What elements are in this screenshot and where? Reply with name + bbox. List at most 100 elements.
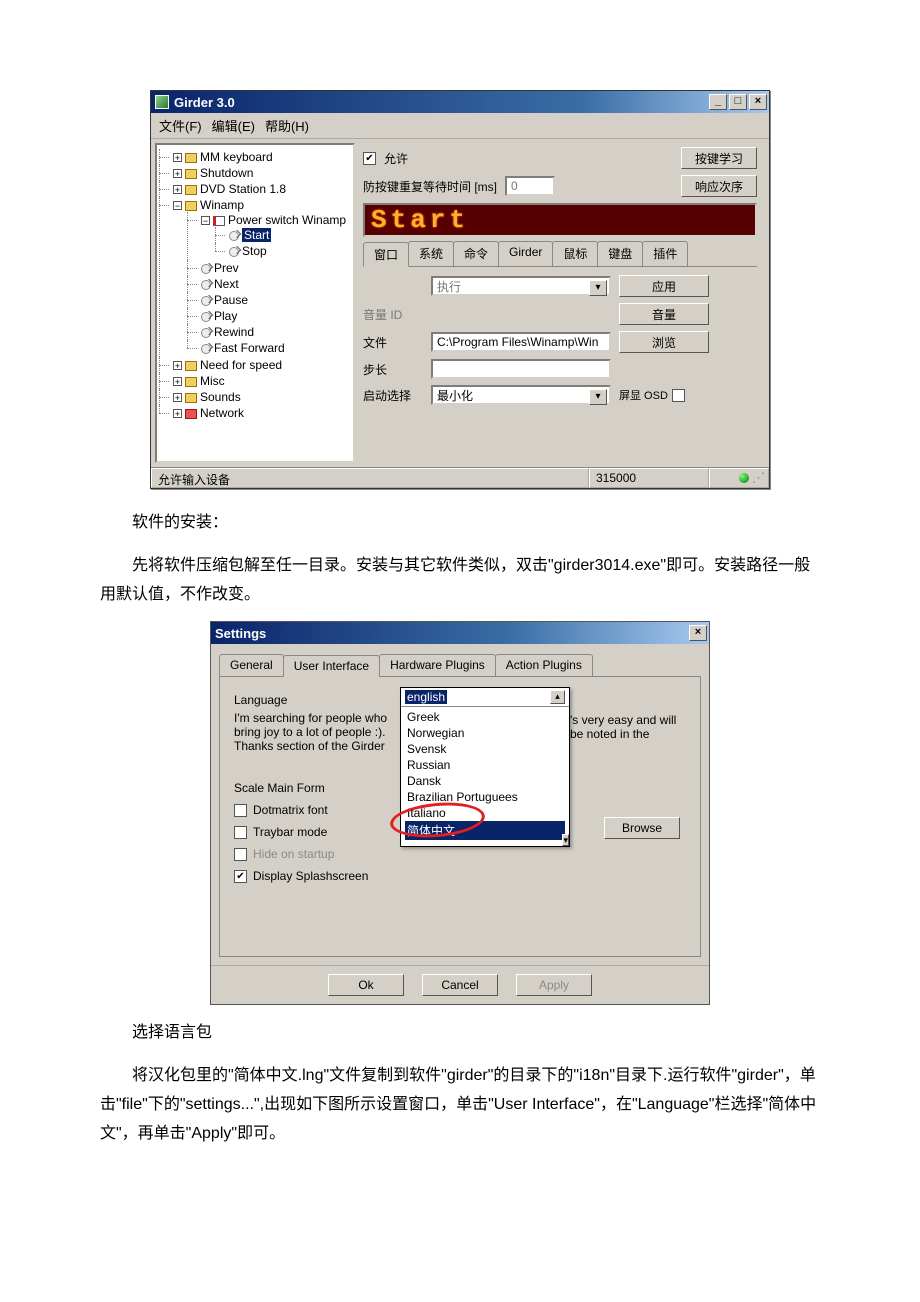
- tree-nfs[interactable]: Need for speed: [200, 358, 282, 372]
- wand-icon: [229, 247, 239, 257]
- status-led-icon: [739, 473, 749, 483]
- lang-svensk[interactable]: Svensk: [405, 741, 565, 757]
- girder-title: Girder 3.0: [174, 95, 235, 110]
- allow-checkbox[interactable]: ✔: [363, 152, 376, 165]
- command-tree[interactable]: +MM keyboard +Shutdown +DVD Station 1.8 …: [155, 143, 355, 463]
- status-mid: 315000: [589, 468, 709, 488]
- tab-window[interactable]: 窗口: [363, 242, 409, 267]
- tree-shutdown[interactable]: Shutdown: [200, 166, 253, 180]
- tab-girder[interactable]: Girder: [498, 241, 553, 266]
- tree-play[interactable]: Play: [214, 309, 237, 323]
- minimize-button[interactable]: _: [709, 94, 727, 110]
- hide-checkbox[interactable]: [234, 848, 247, 861]
- tree-winamp[interactable]: Winamp: [200, 198, 244, 212]
- resize-grip-icon[interactable]: ⋰: [752, 470, 762, 486]
- tree-network[interactable]: Network: [200, 406, 244, 420]
- settings-body: Language I'm searching for people who br…: [219, 677, 701, 957]
- menu-edit[interactable]: 编辑(E): [212, 116, 255, 135]
- tab-hardware-plugins[interactable]: Hardware Plugins: [379, 654, 496, 676]
- tab-mouse[interactable]: 鼠标: [552, 241, 598, 266]
- settings-button-bar: Ok Cancel Apply: [211, 965, 709, 1004]
- lang-russian[interactable]: Russian: [405, 757, 565, 773]
- tree-misc[interactable]: Misc: [200, 374, 225, 388]
- repeat-input[interactable]: 0: [505, 176, 555, 196]
- close-button[interactable]: ×: [749, 94, 767, 110]
- tree-rewind[interactable]: Rewind: [214, 325, 254, 339]
- tree-sounds[interactable]: Sounds: [200, 390, 241, 404]
- lang-brazilian[interactable]: Brazilian Portuguees: [405, 789, 565, 805]
- osd-checkbox[interactable]: [672, 389, 685, 402]
- action-tabs: 窗口 系统 命令 Girder 鼠标 键盘 插件: [363, 241, 757, 267]
- menu-file[interactable]: 文件(F): [159, 116, 202, 135]
- startsel-dropdown[interactable]: 最小化: [431, 385, 611, 405]
- repeat-label: 防按键重复等待时间 [ms]: [363, 178, 497, 195]
- dotmatrix-checkbox[interactable]: [234, 804, 247, 817]
- scroll-down-icon[interactable]: ▾: [562, 834, 569, 846]
- settings-title: Settings: [215, 626, 266, 641]
- girder-window: Girder 3.0 _ □ × 文件(F) 编辑(E) 帮助(H) +MM k…: [150, 90, 770, 489]
- order-button[interactable]: 响应次序: [681, 175, 757, 197]
- apply-button-disabled: Apply: [516, 974, 592, 996]
- settings-tabs: General User Interface Hardware Plugins …: [219, 650, 701, 677]
- girder-titlebar[interactable]: Girder 3.0 _ □ ×: [151, 91, 769, 113]
- tab-plugin[interactable]: 插件: [642, 241, 688, 266]
- traybar-checkbox[interactable]: [234, 826, 247, 839]
- step-label: 步长: [363, 361, 423, 378]
- tree-ff[interactable]: Fast Forward: [214, 341, 285, 355]
- lang-italiano[interactable]: Italiano: [405, 805, 565, 821]
- splash-label: Display Splashscreen: [253, 869, 368, 883]
- tree-mm[interactable]: MM keyboard: [200, 150, 273, 164]
- volume-button[interactable]: 音量: [619, 303, 709, 325]
- file-input[interactable]: C:\Program Files\Winamp\Win: [431, 332, 611, 352]
- tab-system[interactable]: 系统: [408, 241, 454, 266]
- splash-checkbox[interactable]: ✔: [234, 870, 247, 883]
- ok-button[interactable]: Ok: [328, 974, 404, 996]
- traybar-label: Traybar mode: [253, 825, 327, 839]
- tree-prev[interactable]: Prev: [214, 261, 239, 275]
- tree-power[interactable]: Power switch Winamp: [228, 213, 346, 227]
- volid-label: 音量 ID: [363, 306, 423, 323]
- doc-p4: 将汉化包里的"简体中文.lng"文件复制到软件"girder"的目录下的"i18…: [100, 1062, 820, 1148]
- language-dropdown[interactable]: english ▴ Greek Norwegian Svensk Russian…: [400, 687, 570, 847]
- lang-norwegian[interactable]: Norwegian: [405, 725, 565, 741]
- doc-p1: 软件的安装：: [100, 509, 820, 538]
- tab-user-interface[interactable]: User Interface: [283, 655, 380, 677]
- dotmatrix-label: Dotmatrix font: [253, 803, 328, 817]
- lang-dansk[interactable]: Dansk: [405, 773, 565, 789]
- file-label: 文件: [363, 334, 423, 351]
- tab-general[interactable]: General: [219, 654, 284, 676]
- scroll-up-icon[interactable]: ▴: [550, 690, 565, 704]
- about-right1: 's very easy and will: [570, 713, 676, 727]
- lang-english-selected[interactable]: english: [405, 690, 447, 704]
- browse-font-button[interactable]: Browse: [604, 817, 680, 839]
- browse-button[interactable]: 浏览: [619, 331, 709, 353]
- tree-start[interactable]: Start: [242, 228, 271, 242]
- tree-dvd[interactable]: DVD Station 1.8: [200, 182, 286, 196]
- wand-icon: [201, 296, 211, 306]
- tree-pause[interactable]: Pause: [214, 293, 248, 307]
- startsel-label: 启动选择: [363, 387, 423, 404]
- tab-keyboard[interactable]: 键盘: [597, 241, 643, 266]
- tab-cmd[interactable]: 命令: [453, 241, 499, 266]
- wand-icon: [201, 312, 211, 322]
- tab-action-plugins[interactable]: Action Plugins: [495, 654, 593, 676]
- tree-stop[interactable]: Stop: [242, 244, 267, 258]
- about-right2: be noted in the: [570, 727, 676, 741]
- settings-titlebar[interactable]: Settings ×: [211, 622, 709, 644]
- hide-label: Hide on startup: [253, 847, 334, 861]
- lang-chinese[interactable]: 简体中文: [405, 821, 565, 840]
- step-input[interactable]: [431, 359, 611, 379]
- learn-button[interactable]: 按键学习: [681, 147, 757, 169]
- exec-dropdown[interactable]: 执行: [431, 276, 611, 296]
- tree-next[interactable]: Next: [214, 277, 239, 291]
- led-display: Start: [363, 203, 757, 237]
- lang-greek[interactable]: Greek: [405, 709, 565, 725]
- maximize-button[interactable]: □: [729, 94, 747, 110]
- status-right: ⋰: [709, 468, 769, 488]
- cancel-button[interactable]: Cancel: [422, 974, 498, 996]
- apply-button[interactable]: 应用: [619, 275, 709, 297]
- settings-close-button[interactable]: ×: [689, 625, 707, 641]
- wand-icon: [201, 280, 211, 290]
- menu-help[interactable]: 帮助(H): [265, 116, 309, 135]
- wand-icon: [229, 231, 239, 241]
